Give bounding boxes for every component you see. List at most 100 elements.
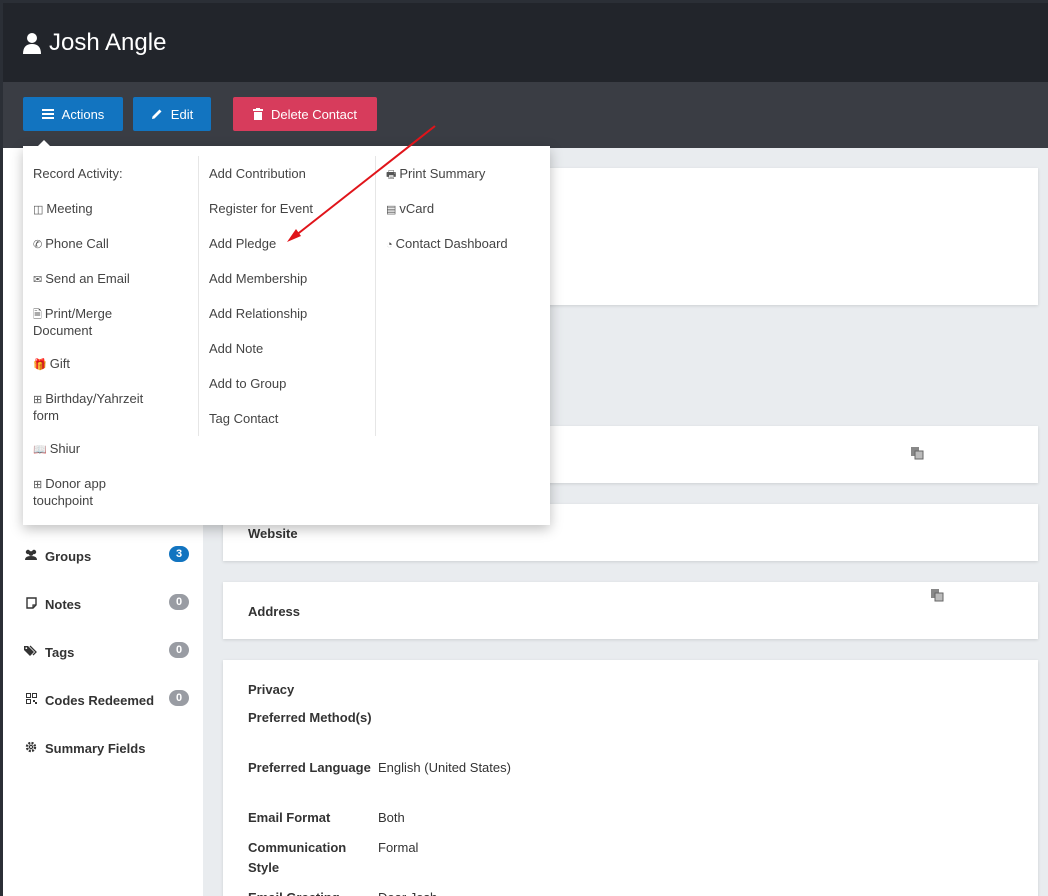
plus-square-icon: ⊞ [33, 394, 43, 406]
actions-dropdown-menu: Record Activity: ◫ Meeting ✆ Phone Call ✉ S… [23, 140, 550, 525]
menu-item-add-note[interactable]: Add Note [209, 341, 263, 356]
sidebar-item-summary-fields[interactable]: Summary Fields [23, 738, 189, 758]
gift-icon: 🎁 [33, 359, 47, 371]
field-value: English (United States) [378, 760, 511, 775]
communication-style-row: Communication Style Formal [248, 838, 418, 878]
menu-item-add-contribution[interactable]: Add Contribution [209, 166, 306, 181]
copy-icon[interactable] [930, 588, 944, 602]
website-label: Website [248, 526, 298, 541]
preferred-methods-row: Preferred Method(s) [248, 708, 378, 728]
notes-count-badge: 0 [169, 594, 189, 610]
edit-button-label: Edit [170, 106, 194, 122]
user-icon [23, 33, 41, 54]
menu-item-print-merge-document[interactable]: 🗎 Print/Merge Document [33, 306, 153, 338]
field-value: Formal [378, 840, 419, 855]
privacy-label: Privacy [248, 682, 295, 697]
qrcode-icon [23, 693, 39, 707]
menu-item-label: vCard [399, 201, 435, 216]
field-value: Both [378, 810, 405, 825]
contact-name: Josh Angle [49, 29, 167, 56]
copy-icon[interactable] [910, 446, 924, 460]
gear-icon [23, 741, 39, 756]
codes-redeemed-count-badge: 0 [169, 690, 189, 706]
trash-icon [253, 108, 263, 120]
menu-item-tag-contact[interactable]: Tag Contact [209, 411, 278, 426]
users-icon [23, 549, 39, 563]
sidebar-item-label: Summary Fields [45, 740, 146, 756]
action-toolbar: Actions Edit Delete Contact [3, 82, 1048, 148]
delete-contact-button[interactable]: Delete Contact [233, 97, 377, 131]
sidebar-item-label: Tags [45, 644, 75, 660]
delete-contact-label: Delete Contact [271, 106, 357, 122]
pdf-icon: 🗎 [33, 309, 42, 321]
record-activity-heading: Record Activity: [33, 166, 123, 181]
plus-square-icon: ⊞ [33, 479, 43, 491]
note-icon [23, 596, 39, 612]
sidebar-item-groups[interactable]: Groups 3 [23, 546, 189, 566]
menu-item-label: Shiur [49, 441, 81, 456]
menu-item-vcard[interactable]: ▤ vCard [386, 201, 434, 218]
menu-item-contact-dashboard[interactable]: ◔ Contact Dashboard [386, 236, 508, 253]
menu-item-add-membership[interactable]: Add Membership [209, 271, 307, 286]
email-format-row: Email Format Both [248, 808, 405, 828]
menu-item-phone-call[interactable]: ✆ Phone Call [33, 236, 109, 253]
envelope-icon: ✉ [33, 274, 43, 286]
tags-icon [23, 645, 39, 660]
menu-item-label: Meeting [46, 201, 93, 216]
sidebar-item-tags[interactable]: Tags 0 [23, 642, 189, 662]
field-key: Email Format [248, 810, 331, 825]
menu-item-label: Gift [49, 356, 70, 371]
menu-item-label: Phone Call [45, 236, 109, 251]
field-key: Communication Style [248, 840, 347, 875]
preferred-language-row: Preferred Language English (United State… [248, 758, 511, 778]
menu-item-send-email[interactable]: ✉ Send an Email [33, 271, 130, 288]
tags-count-badge: 0 [169, 642, 189, 658]
actions-button[interactable]: Actions [23, 97, 123, 131]
meeting-icon: ◫ [33, 204, 44, 216]
app-window: Josh Angle Actions Edit Delete Contact G… [3, 3, 1048, 896]
groups-count-badge: 3 [169, 546, 189, 562]
menu-item-label: Send an Email [45, 271, 130, 286]
field-key: Email Greeting [248, 888, 378, 896]
field-key: Preferred Language [248, 760, 371, 775]
menu-item-label: Contact Dashboard [395, 236, 508, 251]
menu-item-print-summary[interactable]: 🖶 Print Summary [386, 166, 485, 183]
menu-item-label: Print Summary [399, 166, 486, 181]
address-label: Address [248, 604, 301, 619]
sidebar-item-label: Notes [45, 596, 82, 612]
sidebar-item-label: Groups [45, 548, 92, 564]
sidebar-item-notes[interactable]: Notes 0 [23, 594, 189, 614]
contact-header: Josh Angle [3, 3, 1048, 82]
add-actions-column: Add Contribution Register for Event Add … [198, 156, 375, 436]
menu-item-add-relationship[interactable]: Add Relationship [209, 306, 307, 321]
menu-item-label: Birthday/Yahrzeit form [33, 391, 144, 423]
privacy-card: Privacy Preferred Method(s) Preferred La… [223, 660, 1038, 896]
phone-icon: ✆ [33, 239, 43, 251]
field-key: Preferred Method(s) [248, 710, 372, 725]
output-actions-column: 🖶 Print Summary ▤ vCard ◔ Contact Dashboard [375, 156, 550, 436]
bars-icon [41, 109, 54, 119]
email-greeting-row: Email Greeting Dear Josh [248, 888, 437, 896]
dropdown-caret [37, 140, 51, 147]
book-icon: 📖 [33, 444, 47, 456]
sidebar-item-codes-redeemed[interactable]: Codes Redeemed 0 [23, 690, 189, 710]
page-title: Josh Angle [23, 29, 166, 57]
vcard-icon: ▤ [386, 204, 397, 216]
actions-button-label: Actions [61, 106, 105, 122]
menu-item-donor-app-touchpoint[interactable]: ⊞ Donor app touchpoint [33, 476, 133, 508]
menu-item-register-for-event[interactable]: Register for Event [209, 201, 313, 216]
menu-item-shiur[interactable]: 📖 Shiur [33, 441, 80, 458]
menu-item-meeting[interactable]: ◫ Meeting [33, 201, 93, 218]
printer-icon: 🖶 [386, 169, 397, 181]
field-value: Dear Josh [378, 888, 437, 896]
menu-item-add-to-group[interactable]: Add to Group [209, 376, 286, 391]
menu-item-label: Print/Merge Document [33, 306, 113, 338]
menu-item-add-pledge[interactable]: Add Pledge [209, 236, 276, 251]
menu-item-birthday-yahrzeit-form[interactable]: ⊞ Birthday/Yahrzeit form [33, 391, 163, 423]
menu-item-label: Donor app touchpoint [33, 476, 106, 508]
edit-button[interactable]: Edit [133, 97, 211, 131]
pencil-icon [151, 109, 162, 119]
sidebar-item-label: Codes Redeemed [45, 692, 155, 708]
menu-item-gift[interactable]: 🎁 Gift [33, 356, 70, 373]
address-card: Address [223, 582, 1038, 639]
